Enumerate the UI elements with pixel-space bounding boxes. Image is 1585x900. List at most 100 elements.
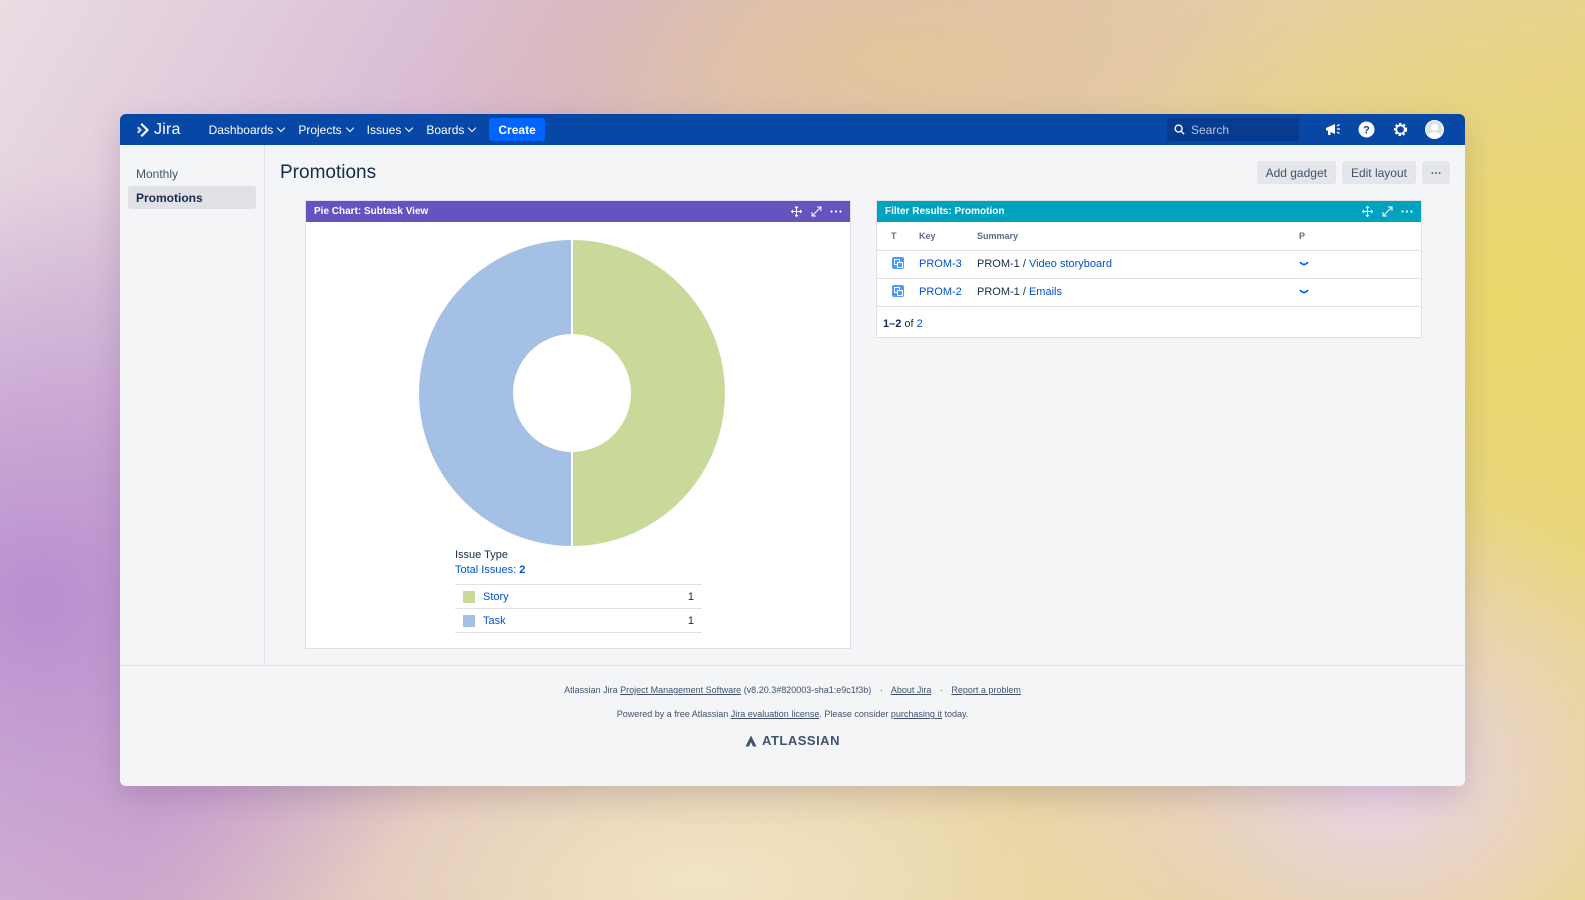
pager-range: 1–2 [883, 317, 902, 330]
total-issues-label: Total Issues: [455, 564, 517, 576]
page-title: Promotions [280, 162, 377, 183]
product-name: Jira [154, 120, 181, 138]
pie-slice-story[interactable] [571, 237, 727, 549]
chevron-down-icon [345, 123, 354, 132]
results-pager: 1–2 of 2 [877, 307, 1421, 341]
user-avatar[interactable] [1417, 114, 1451, 145]
issue-summary-link[interactable]: Video storyboard [1029, 258, 1112, 270]
chevron-down-icon [405, 123, 414, 132]
sidebar-item-monthly[interactable]: Monthly [128, 162, 256, 185]
gadget-more-icon[interactable] [1401, 206, 1413, 218]
column-header-priority[interactable]: P [1299, 222, 1421, 251]
pager-of: of [904, 317, 914, 330]
move-icon[interactable] [1361, 206, 1373, 218]
evaluation-license-link[interactable]: Jira evaluation license [731, 709, 820, 719]
sidebar-item-promotions[interactable]: Promotions [128, 186, 256, 209]
parent-issue-label[interactable]: PROM-1 / [977, 258, 1026, 270]
parent-issue-label[interactable]: PROM-1 / [977, 286, 1026, 298]
footer-version: (v8.20.3#820003-sha1:e9c1f3b) [743, 685, 872, 695]
report-problem-link[interactable]: Report a problem [951, 685, 1021, 695]
issue-key-cell: PROM-2 [919, 278, 977, 307]
issue-type-cell [877, 278, 919, 307]
add-gadget-button[interactable]: Add gadget [1256, 161, 1336, 184]
nav-projects[interactable]: Projects [298, 123, 354, 137]
gadget-more-icon[interactable] [830, 206, 842, 218]
nav-boards[interactable]: Boards [426, 122, 477, 137]
total-issues-value: 2 [519, 564, 526, 576]
footer-powered-by: Powered by a free Atlassian [616, 709, 729, 719]
gadget-header: Pie Chart: Subtask View [306, 201, 850, 222]
nav-dashboards[interactable]: Dashboards [208, 122, 286, 137]
total-issues[interactable]: Total Issues: 2 [455, 564, 702, 576]
pager-total-link[interactable]: 2 [917, 318, 923, 330]
column-header-key[interactable]: Key [919, 222, 977, 251]
create-button[interactable]: Create [489, 118, 545, 141]
issue-key-cell: PROM-3 [919, 250, 977, 279]
jira-logo[interactable]: Jira [134, 121, 181, 139]
about-jira-link[interactable]: About Jira [891, 685, 932, 695]
dashboard-sidebar: Monthly Promotions [120, 145, 265, 665]
issue-key-link[interactable]: PROM-2 [919, 286, 962, 298]
dashboard-actions: Add gadget Edit layout [1256, 161, 1450, 184]
priority-low-icon [1299, 261, 1309, 266]
footer-line-1: Atlassian Jira Project Management Softwa… [120, 685, 1465, 695]
legend-row-task[interactable]: Task 1 [455, 609, 702, 633]
footer-line-2: Powered by a free Atlassian Jira evaluat… [120, 709, 1465, 719]
search-icon [1174, 124, 1185, 135]
column-header-type[interactable]: T [877, 222, 919, 251]
move-icon[interactable] [790, 206, 802, 218]
pie-slice-task[interactable] [417, 237, 573, 549]
issue-summary-link[interactable]: Emails [1029, 286, 1062, 298]
chevron-down-icon [468, 123, 477, 132]
nav-issues[interactable]: Issues [366, 122, 414, 137]
legend-table: Story 1 Task 1 [455, 584, 702, 633]
filter-results-gadget: Filter Results: Promotion T Key Summary … [876, 200, 1422, 338]
project-management-link[interactable]: Project Management Software [620, 685, 741, 695]
legend-label: Story [483, 590, 509, 603]
issue-type-cell [877, 250, 919, 279]
footer-prefix: Atlassian Jira [564, 685, 618, 695]
gadget-title: Pie Chart: Subtask View [314, 206, 429, 217]
issue-key-link[interactable]: PROM-3 [919, 258, 962, 270]
avatar [1424, 120, 1444, 139]
purchasing-link[interactable]: purchasing it [891, 709, 942, 719]
atlassian-logo[interactable]: ATLASSIAN [745, 733, 840, 748]
pie-chart-gadget: Pie Chart: Subtask View Issue Type Total… [305, 200, 851, 649]
results-table: T Key Summary P PROM-3 PROM-1 / Video st… [877, 222, 1421, 307]
priority-cell [1299, 278, 1421, 307]
browser-window: Jira Dashboards Projects Issues Boards C… [120, 114, 1465, 786]
expand-icon[interactable] [810, 206, 822, 218]
subtask-icon [892, 284, 904, 297]
atlassian-wordmark: ATLASSIAN [762, 733, 840, 748]
footer-separator: · [879, 685, 883, 695]
donut-chart [417, 237, 727, 549]
jira-icon [137, 122, 149, 137]
nav-dashboards-label: Dashboards [208, 122, 274, 137]
settings-gear-icon[interactable] [1383, 114, 1417, 145]
legend-count: 1 [687, 590, 694, 603]
table-header-row: T Key Summary P [877, 222, 1421, 251]
nav-boards-label: Boards [426, 122, 465, 137]
footer-consider: . Please consider [819, 709, 889, 719]
legend-row-story[interactable]: Story 1 [455, 585, 702, 609]
gadget-title: Filter Results: Promotion [885, 206, 1005, 217]
subtask-icon [892, 256, 904, 269]
atlassian-icon [745, 735, 757, 746]
search-input[interactable] [1191, 122, 1291, 137]
priority-cell [1299, 250, 1421, 279]
issue-summary-cell: PROM-1 / Video storyboard [977, 250, 1299, 279]
chevron-down-icon [277, 123, 286, 132]
nav-issues-label: Issues [366, 122, 402, 137]
issue-summary-cell: PROM-1 / Emails [977, 278, 1299, 307]
more-actions-button[interactable] [1422, 161, 1450, 184]
notifications-icon[interactable] [1315, 114, 1349, 145]
column-header-summary[interactable]: Summary [977, 222, 1299, 251]
more-icon [1431, 171, 1441, 174]
priority-low-icon [1299, 289, 1309, 294]
edit-layout-button[interactable]: Edit layout [1341, 161, 1416, 184]
search-box[interactable] [1167, 118, 1299, 141]
svg-text:?: ? [1363, 125, 1370, 137]
help-icon[interactable]: ? [1349, 114, 1383, 145]
expand-icon[interactable] [1381, 206, 1393, 218]
table-row: PROM-3 PROM-1 / Video storyboard [877, 250, 1421, 279]
